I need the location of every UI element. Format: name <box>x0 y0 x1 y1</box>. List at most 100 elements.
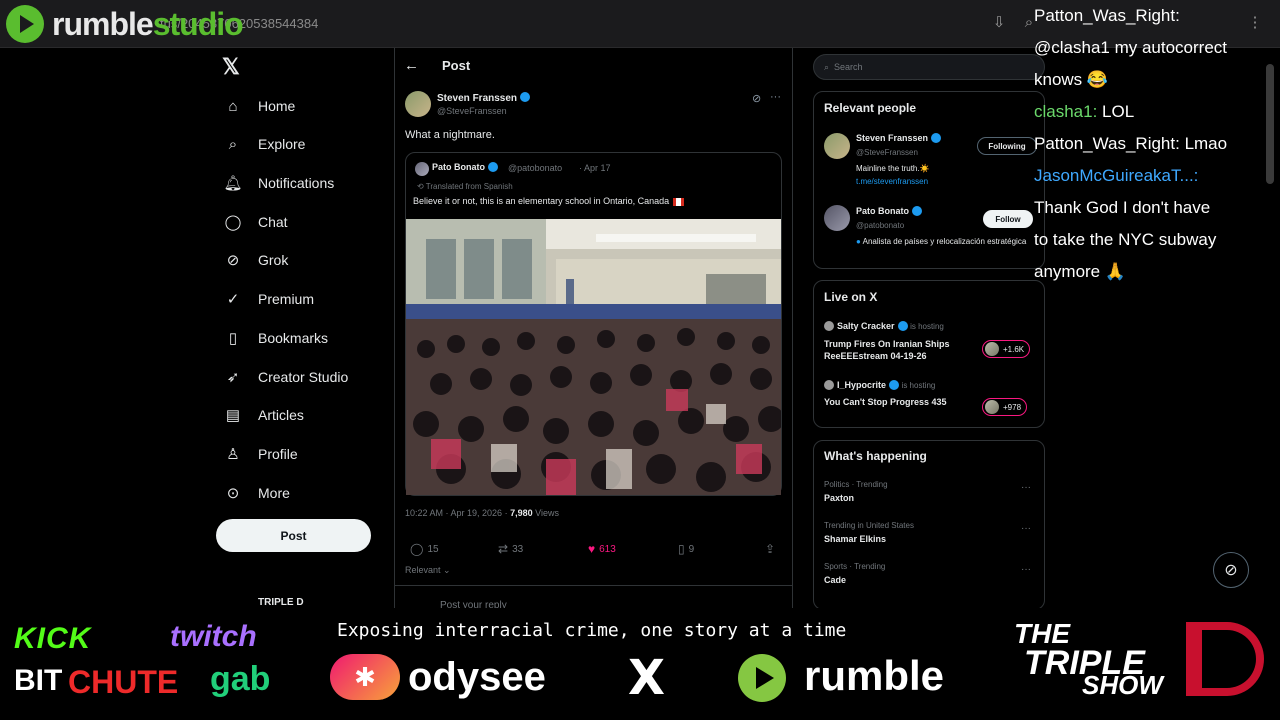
canada-flag-icon <box>673 197 685 206</box>
person-bio: ● Analista de países y relocalización es… <box>856 237 1027 246</box>
grok-icon[interactable]: ⊘ <box>752 92 761 105</box>
chat-message: JasonMcGuireakaT...: <box>1034 160 1274 192</box>
trend-context: Sports · Trending <box>824 562 886 571</box>
search-icon: ⌕ <box>824 61 830 72</box>
chat-message: Thank God I don't have <box>1034 192 1274 224</box>
quote-author-handle: @patobonato <box>508 163 563 173</box>
chat-username: clasha1: <box>1034 102 1098 121</box>
chat-message: anymore 🙏 <box>1034 256 1274 288</box>
sidebar-item-more[interactable]: ⊙ More <box>222 475 290 511</box>
heart-icon: ♥ <box>588 542 596 556</box>
repost-button[interactable]: ⇄ 33 <box>498 542 523 556</box>
gym-photo-image <box>406 219 781 495</box>
quote-date: · Apr 17 <box>579 163 611 173</box>
listener-avatar <box>985 342 999 356</box>
x-brand-logo: X <box>628 650 666 706</box>
person-link[interactable]: t.me/stevenfranssen <box>856 177 928 186</box>
person-name[interactable]: Steven Franssen <box>856 132 942 144</box>
live-host[interactable]: Salty Cracker is hosting <box>824 320 944 332</box>
trend-more-icon[interactable]: ··· <box>1021 564 1031 575</box>
scrollbar[interactable] <box>1266 64 1274 184</box>
live-listener-count[interactable]: +1.6K <box>982 340 1031 358</box>
live-title-text[interactable]: You Can't Stop Progress 435 <box>824 397 947 407</box>
d-logo-mark <box>1186 622 1264 696</box>
follow-button[interactable]: Follow <box>983 210 1033 228</box>
trend-more-icon[interactable]: ··· <box>1021 523 1031 534</box>
translated-label: ⟲ Translated from Spanish <box>417 182 513 191</box>
post-photo[interactable] <box>406 219 781 495</box>
odysee-logo: odysee <box>408 655 546 699</box>
chat-text: Thank God I don't have <box>1034 198 1211 217</box>
share-icon: ⇪ <box>765 542 776 556</box>
trend-name[interactable]: Cade <box>824 575 846 585</box>
back-arrow-icon[interactable]: ← <box>404 57 419 74</box>
sidebar-item-chat[interactable]: ◯ Chat <box>222 204 288 240</box>
live-title-text[interactable]: Trump Fires On Iranian Ships ReeEEEstrea… <box>824 338 974 362</box>
sidebar-item-label: Premium <box>258 291 315 307</box>
sidebar-item-label: Explore <box>258 136 306 152</box>
sidebar-item-creator-studio[interactable]: ➶ Creator Studio <box>222 359 349 395</box>
verified-badge-icon <box>897 320 908 331</box>
trend-context: Politics · Trending <box>824 480 888 489</box>
twitch-logo: twitch <box>170 620 257 653</box>
rumble-logo: rumble <box>804 652 945 699</box>
person-name[interactable]: Pato Bonato <box>856 205 922 217</box>
person-handle: @patobonato <box>856 221 905 230</box>
stream-chat: Patton_Was_Right: @clasha1 my autocorrect… <box>1034 0 1274 288</box>
sidebar-item-label: Home <box>258 98 296 114</box>
reply-sort-dropdown[interactable]: Relevant ⌄ <box>405 565 451 576</box>
sidebar-item-explore[interactable]: ⌕ Explore <box>222 126 306 162</box>
page-title: Post <box>442 58 471 73</box>
chat-message: knows 😂 <box>1034 64 1274 96</box>
whats-happening-title: What's happening <box>824 449 927 463</box>
home-icon: ⌂ <box>228 97 238 115</box>
odysee-icon: ✱ <box>330 654 400 700</box>
compose-post-button[interactable]: Post <box>216 519 371 552</box>
sidebar-item-label: Profile <box>258 446 298 462</box>
person-avatar[interactable] <box>824 205 850 231</box>
sidebar-item-premium[interactable]: ✓ Premium <box>222 281 314 317</box>
verified-badge-icon <box>912 205 922 216</box>
chat-text: anymore 🙏 <box>1034 262 1127 281</box>
trend-name[interactable]: Paxton <box>824 493 854 503</box>
sidebar-item-home[interactable]: ⌂ Home <box>222 88 295 124</box>
host-avatar <box>824 379 834 390</box>
verified-badge-icon <box>520 92 531 103</box>
sidebar-item-notifications[interactable]: 🔔︎ Notifications <box>222 165 334 201</box>
live-listener-count[interactable]: +978 <box>982 398 1028 416</box>
live-title: Live on X <box>824 290 878 304</box>
author-handle[interactable]: @SteveFranssen <box>437 106 507 116</box>
more-icon[interactable]: ··· <box>770 91 781 103</box>
sidebar-item-grok[interactable]: ⊘ Grok <box>222 242 289 278</box>
install-icon[interactable]: ⇩ <box>990 14 1008 32</box>
reply-button[interactable]: ◯ 15 <box>410 542 439 556</box>
sidebar-item-bookmarks[interactable]: ▯ Bookmarks <box>222 320 328 356</box>
trend-name[interactable]: Shamar Elkins <box>824 534 886 544</box>
rumble-icon <box>738 654 786 702</box>
author-name[interactable]: Steven Franssen <box>437 92 531 104</box>
live-host[interactable]: I_Hypocrite is hosting <box>824 379 935 391</box>
post-timestamp: 10:22 AM · Apr 19, 2026 · 7,980 Views <box>405 508 559 518</box>
person-avatar[interactable] <box>824 133 850 159</box>
chat-text: @clasha1 my autocorrect <box>1034 38 1228 57</box>
sidebar-item-articles[interactable]: ▤ Articles <box>222 397 304 433</box>
rumble-studio-logo: rumble studio <box>6 4 244 44</box>
post-text: What a nightmare. <box>405 129 495 141</box>
gab-logo: gab <box>210 660 271 698</box>
x-logo-icon[interactable]: 𝕏 <box>222 54 240 80</box>
grok-floating-button[interactable]: ⊘ <box>1213 552 1249 588</box>
share-button[interactable]: ⇪ <box>765 542 775 556</box>
sidebar-item-label: Creator Studio <box>258 369 349 385</box>
author-avatar[interactable] <box>405 91 431 117</box>
account-name[interactable]: TRIPLE D <box>258 597 304 608</box>
relevant-people-title: Relevant people <box>824 101 917 115</box>
sidebar-item-label: Notifications <box>258 175 335 191</box>
trend-more-icon[interactable]: ··· <box>1021 482 1031 493</box>
like-button[interactable]: ♥ 613 <box>588 542 616 556</box>
verified-badge-icon <box>931 132 942 143</box>
chat-text: to take the NYC subway <box>1034 230 1217 249</box>
search-input[interactable]: ⌕ Search <box>813 54 1045 80</box>
bookmark-button[interactable]: ▯ 9 <box>678 542 694 556</box>
sidebar-item-profile[interactable]: ♙ Profile <box>222 436 298 472</box>
following-button[interactable]: Following <box>977 137 1037 155</box>
